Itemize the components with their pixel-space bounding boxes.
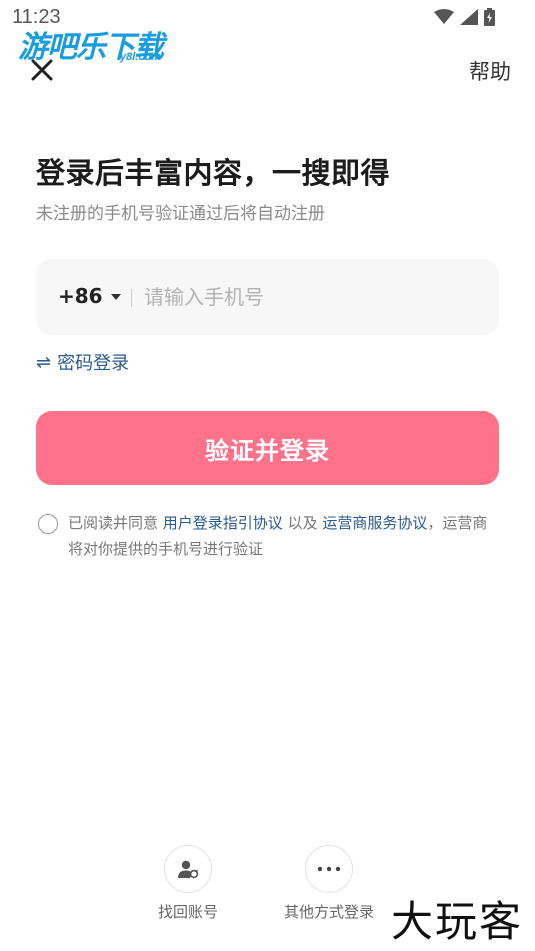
agreement-checkbox[interactable]	[38, 514, 58, 534]
country-code-selector[interactable]: +86	[58, 284, 121, 308]
operator-agreement-link[interactable]: 运营商服务协议	[322, 514, 427, 532]
recover-account-button[interactable]: 找回账号	[133, 845, 243, 922]
password-login-link[interactable]: ⇌ 密码登录	[36, 349, 129, 375]
agreement-middle: 以及	[287, 514, 318, 532]
input-divider	[131, 289, 132, 307]
country-code-label: +86	[58, 284, 103, 308]
page-title: 登录后丰富内容，一搜即得	[36, 156, 391, 190]
swap-icon: ⇌	[36, 351, 52, 373]
password-login-label: 密码登录	[57, 353, 130, 374]
agreement-text: 已阅读并同意 用户登录指引协议 以及 运营商服务协议，运营商将对你提供的手机号进…	[68, 510, 498, 562]
wifi-icon	[434, 9, 454, 24]
status-icons	[434, 8, 495, 26]
battery-icon	[484, 8, 495, 26]
more-dots-icon	[317, 866, 341, 872]
recover-account-circle	[164, 845, 212, 893]
other-login-button[interactable]: 其他方式登录	[274, 845, 384, 922]
help-link[interactable]: 帮助	[469, 56, 511, 86]
page-subtitle: 未注册的手机号验证通过后将自动注册	[36, 204, 325, 224]
close-icon	[31, 59, 53, 81]
other-login-circle	[305, 845, 353, 893]
agreement-prefix: 已阅读并同意	[68, 514, 159, 532]
other-login-label: 其他方式登录	[283, 903, 374, 921]
caret-down-icon	[110, 294, 121, 300]
phone-input-box: +86	[36, 259, 499, 335]
watermark-bottom: 大玩客	[390, 897, 523, 946]
user-recover-icon	[178, 860, 199, 879]
close-button[interactable]	[26, 54, 58, 86]
recover-account-label: 找回账号	[157, 903, 218, 921]
watermark-logo-sub: y8l.com	[120, 51, 161, 63]
user-agreement-link[interactable]: 用户登录指引协议	[163, 514, 283, 532]
verify-login-button[interactable]: 验证并登录	[36, 411, 499, 485]
phone-number-input[interactable]	[144, 277, 484, 317]
signal-icon	[460, 9, 478, 25]
